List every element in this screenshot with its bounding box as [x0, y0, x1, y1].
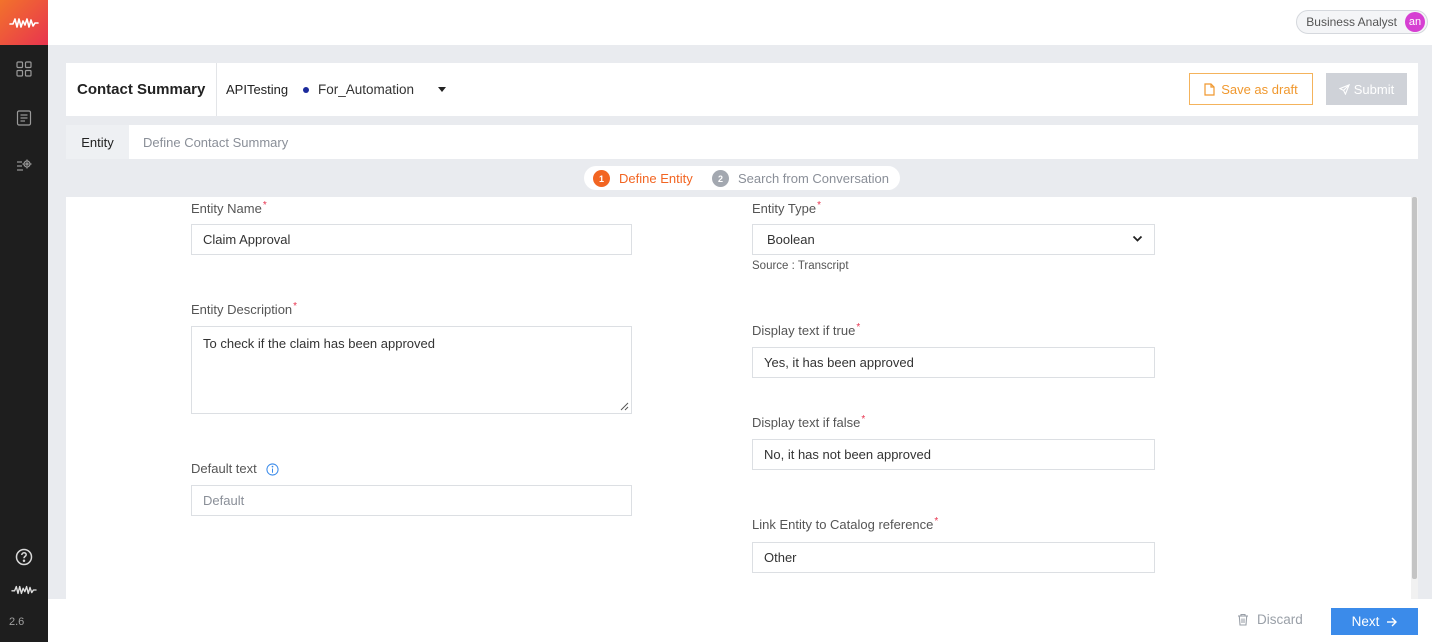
resize-handle-icon[interactable] — [620, 402, 629, 411]
step-define-entity[interactable]: 1 Define Entity — [593, 170, 693, 187]
status-dot — [303, 87, 309, 93]
arrow-right-icon — [1387, 617, 1398, 626]
entity-form: Entity Name* Claim Approval Entity Descr… — [66, 197, 1418, 599]
submit-label: Submit — [1353, 81, 1395, 97]
app-version: 2.6 — [9, 616, 25, 628]
help-icon[interactable] — [14, 547, 34, 567]
catalog-reference-label: Link Entity to Catalog reference* — [752, 516, 939, 532]
default-text-label: Default text — [191, 461, 279, 476]
page-title: Contact Summary — [77, 81, 206, 98]
source-note: Source : Transcript — [752, 260, 849, 272]
step-label: Search from Conversation — [738, 171, 890, 186]
entity-type-label: Entity Type* — [752, 200, 821, 216]
entity-type-select[interactable]: Boolean — [752, 224, 1155, 255]
user-role: Business Analyst — [1306, 15, 1397, 29]
app-logo[interactable] — [0, 0, 48, 45]
divider — [216, 63, 217, 116]
display-true-label: Display text if true* — [752, 322, 861, 338]
chevron-down-icon — [1132, 235, 1143, 242]
discard-label: Discard — [1257, 612, 1303, 627]
tab-entity[interactable]: Entity — [66, 125, 129, 159]
default-text-input[interactable]: Default — [191, 485, 632, 516]
step-number: 1 — [593, 170, 610, 187]
display-false-input[interactable]: No, it has not been approved — [752, 439, 1155, 470]
send-icon — [1338, 83, 1350, 95]
catalog-reference-input[interactable]: Other — [752, 542, 1155, 573]
top-bar: Business Analyst an — [48, 0, 1432, 45]
tab-define-contact-summary[interactable]: Define Contact Summary — [143, 135, 288, 150]
save-draft-button[interactable]: Save as draft — [1189, 73, 1313, 105]
trash-icon — [1238, 613, 1248, 626]
save-draft-label: Save as draft — [1221, 81, 1298, 97]
avatar: an — [1405, 12, 1425, 32]
tabs-row: Entity Define Contact Summary — [66, 125, 1418, 159]
scrollbar-thumb[interactable] — [1412, 197, 1417, 579]
step-label: Define Entity — [619, 171, 693, 186]
waveform-brand-icon — [10, 580, 38, 600]
caret-down-icon[interactable] — [438, 87, 446, 92]
entity-name-input[interactable]: Claim Approval — [191, 224, 632, 255]
header-card: Contact Summary APITesting For_Automatio… — [66, 63, 1418, 116]
project-name: APITesting — [226, 82, 289, 97]
info-icon[interactable] — [266, 463, 279, 476]
next-button[interactable]: Next — [1331, 608, 1418, 635]
entity-description-text: To check if the claim has been approved — [203, 336, 435, 351]
submit-button[interactable]: Submit — [1326, 73, 1407, 105]
display-false-label: Display text if false* — [752, 414, 866, 430]
sidebar: 2.6 — [0, 0, 48, 642]
scrollbar[interactable] — [1411, 197, 1418, 599]
entity-description-textarea[interactable]: To check if the claim has been approved — [191, 326, 632, 414]
entity-name-label: Entity Name* — [191, 200, 267, 216]
dashboard-grid-icon[interactable] — [14, 59, 34, 79]
entity-description-label: Entity Description* — [191, 301, 298, 317]
list-settings-icon[interactable] — [14, 156, 34, 176]
display-true-input[interactable]: Yes, it has been approved — [752, 347, 1155, 378]
entity-type-value: Boolean — [767, 232, 815, 247]
user-menu[interactable]: Business Analyst an — [1296, 10, 1428, 34]
step-number: 2 — [712, 170, 729, 187]
next-label: Next — [1351, 614, 1380, 629]
document-list-icon[interactable] — [14, 108, 34, 128]
step-search-conversation[interactable]: 2 Search from Conversation — [712, 170, 889, 187]
file-icon — [1204, 82, 1215, 96]
footer: Discard Next — [48, 599, 1432, 642]
variant-selector[interactable]: For_Automation — [318, 82, 414, 97]
stepper: 1 Define Entity 2 Search from Conversati… — [584, 166, 900, 190]
discard-button[interactable]: Discard — [1237, 612, 1303, 627]
waveform-logo-icon — [9, 17, 39, 28]
